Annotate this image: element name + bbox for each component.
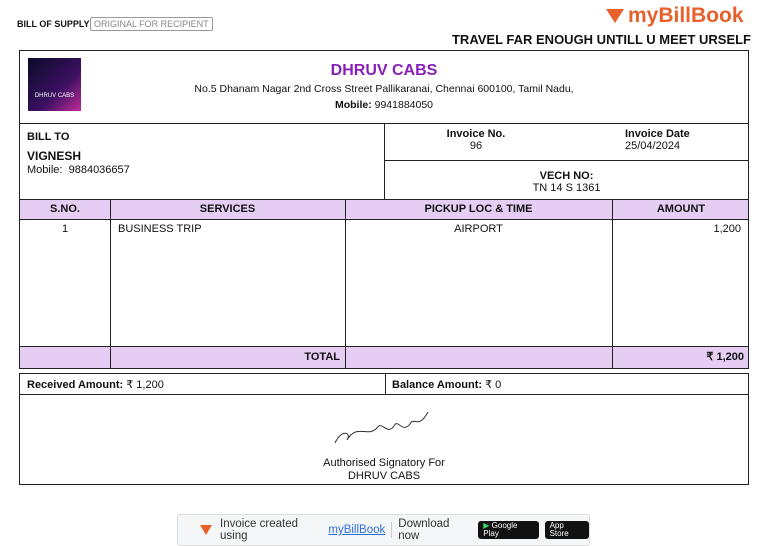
vech-label: VECH NO: bbox=[539, 170, 594, 182]
invoice-date-label: Invoice Date bbox=[625, 128, 690, 140]
total-label: TOTAL bbox=[304, 351, 340, 363]
row-sno: 1 bbox=[61, 223, 69, 235]
signatory-label: Authorised Signatory For bbox=[323, 457, 445, 469]
tagline: TRAVEL FAR ENOUGH UNTILL U MEET URSELF bbox=[451, 32, 751, 47]
company-header: DHRUV CABS DHRUV CABS No.5 Dhanam Nagar … bbox=[19, 50, 749, 124]
customer-name: VIGNESH bbox=[27, 149, 82, 163]
invoice-date: 25/04/2024 bbox=[625, 140, 681, 152]
signatory-company: DHRUV CABS bbox=[347, 470, 421, 482]
signature-image bbox=[334, 411, 429, 444]
company-name: DHRUV CABS bbox=[330, 62, 438, 79]
vech-no: TN 14 S 1361 bbox=[532, 182, 601, 194]
col-sno: S.NO. bbox=[50, 203, 80, 215]
brand-logo: myBillBook bbox=[606, 4, 744, 28]
created-text: Invoice created using bbox=[220, 518, 298, 542]
col-services: SERVICES bbox=[199, 203, 256, 215]
doc-type: BILL OF SUPPLY bbox=[17, 19, 90, 29]
brand-icon bbox=[200, 525, 212, 535]
footer-banner: Invoice created using myBillBook Downloa… bbox=[177, 514, 590, 546]
row-amount: 1,200 bbox=[713, 223, 741, 235]
mybillbook-link[interactable]: myBillBook bbox=[328, 524, 385, 536]
bill-to: BILL TO VIGNESH Mobile: 9884036657 bbox=[19, 123, 385, 200]
invoice-info: Invoice No. 96 Invoice Date 25/04/2024 bbox=[384, 123, 749, 161]
payment-row: Received Amount: ₹ 1,200 Balance Amount:… bbox=[19, 373, 749, 395]
col-pickup: PICKUP LOC & TIME bbox=[424, 203, 533, 215]
google-play-button[interactable]: ▶ Google Play bbox=[478, 521, 539, 539]
items-table: S.NO. SERVICES PICKUP LOC & TIME AMOUNT … bbox=[19, 199, 749, 369]
row-pickup: AIRPORT bbox=[454, 223, 503, 235]
invoice-no-label: Invoice No. bbox=[446, 128, 506, 140]
copy-label: ORIGINAL FOR RECIPIENT bbox=[90, 17, 213, 31]
customer-mobile: Mobile: 9884036657 bbox=[27, 164, 130, 176]
company-address: No.5 Dhanam Nagar 2nd Cross Street Palli… bbox=[194, 83, 574, 95]
invoice-no: 96 bbox=[469, 140, 483, 152]
company-mobile: Mobile: 9941884050 bbox=[334, 99, 434, 111]
received-amount: Received Amount: ₹ 1,200 bbox=[27, 379, 164, 391]
brand-icon bbox=[606, 9, 624, 23]
app-store-button[interactable]: App Store bbox=[544, 521, 589, 539]
download-text: Download now bbox=[398, 518, 450, 542]
balance-amount: Balance Amount: ₹ 0 bbox=[392, 379, 502, 391]
signature-box: Authorised Signatory For DHRUV CABS bbox=[19, 394, 749, 485]
bill-to-label: BILL TO bbox=[27, 131, 70, 143]
row-service: BUSINESS TRIP bbox=[118, 223, 202, 235]
vehicle-info: VECH NO: TN 14 S 1361 bbox=[384, 160, 749, 200]
total-amount: ₹ 1,200 bbox=[706, 351, 744, 363]
col-amount: AMOUNT bbox=[656, 203, 706, 215]
